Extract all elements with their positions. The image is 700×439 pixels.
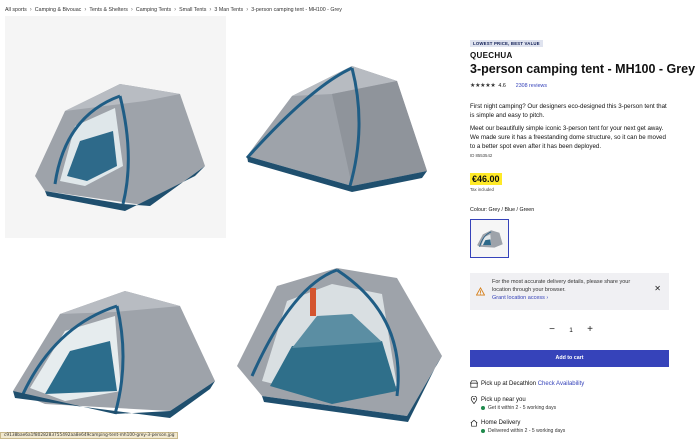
- breadcrumb-item-small-tents[interactable]: Small Tents: [179, 7, 206, 13]
- increase-quantity-button[interactable]: +: [584, 324, 596, 336]
- breadcrumb-item-3-man-tents[interactable]: 3 Man Tents: [214, 7, 243, 13]
- colour-swatch-grey-blue-green[interactable]: [470, 219, 509, 258]
- link-status-url: c9138bae6a1f8028283755492aa8e649camping-…: [0, 432, 179, 439]
- breadcrumb-item-current: 3-person camping tent - MH100 - Grey: [251, 7, 342, 13]
- reviews-link[interactable]: 2308 reviews: [516, 83, 547, 89]
- tent-thumbnail-icon: [477, 230, 503, 248]
- chevron-right-icon: ›: [130, 7, 133, 13]
- grant-location-link[interactable]: Grant location access ›: [492, 295, 548, 301]
- home-icon: [470, 419, 478, 427]
- delivery-notice-text: For the most accurate delivery details, …: [492, 279, 631, 293]
- quantity-value[interactable]: 1: [569, 327, 573, 334]
- pickup-store-label: Pick up at Decathlon: [481, 381, 537, 387]
- home-delivery-detail: Delivered within 2 - 5 working days: [481, 428, 565, 434]
- chevron-right-icon: ›: [246, 7, 249, 13]
- chevron-right-icon: ›: [29, 7, 32, 13]
- chevron-right-icon: ›: [209, 7, 212, 13]
- decrease-quantity-button[interactable]: −: [546, 324, 558, 336]
- home-delivery-eta: Delivered within 2 - 5 working days: [488, 428, 566, 434]
- rating-value: 4.6: [498, 82, 506, 89]
- description-intro: First night camping? Our designers eco-d…: [470, 103, 667, 120]
- breadcrumb-item-camping-tents[interactable]: Camping Tents: [136, 7, 171, 13]
- tent-front-door-open-icon: [35, 84, 205, 211]
- product-id: ID 8553542: [470, 153, 493, 158]
- add-to-cart-button[interactable]: Add to cart: [470, 350, 669, 367]
- chevron-right-icon: ›: [84, 7, 87, 13]
- tent-side-closed-icon: [245, 66, 427, 192]
- rating-summary: ★★★★★ 4.6 2308 reviews: [470, 82, 547, 90]
- tax-note: Tax included: [470, 187, 494, 192]
- price: €46.00: [470, 173, 502, 185]
- warning-icon: [476, 287, 485, 296]
- pickup-near-detail: Get it within 2 - 5 working days: [481, 405, 556, 411]
- pickup-near-row: Pick up near you: [470, 396, 526, 404]
- star-rating-icon: ★★★★★: [470, 83, 496, 89]
- product-image-3[interactable]: [5, 246, 226, 436]
- breadcrumb: All sports › Camping & Bivouac › Tents &…: [5, 5, 342, 15]
- location-pin-icon: [470, 396, 478, 404]
- description-body: Meet our beautifully simple iconic 3-per…: [470, 125, 666, 151]
- store-icon: [470, 380, 478, 388]
- pickup-near-label: Pick up near you: [481, 397, 526, 403]
- in-stock-dot-icon: [481, 429, 485, 433]
- brand-name[interactable]: QUECHUA: [470, 51, 513, 60]
- product-image-1[interactable]: [5, 16, 226, 238]
- product-image-2[interactable]: [232, 16, 453, 238]
- product-title: 3-person camping tent - MH100 - Grey: [470, 62, 696, 76]
- in-stock-dot-icon: [481, 406, 485, 410]
- close-icon[interactable]: ✕: [654, 285, 661, 293]
- home-delivery-row: Home Delivery: [470, 419, 520, 427]
- check-availability-link[interactable]: Check Availability: [538, 381, 585, 387]
- tent-angle-door-open-icon: [13, 291, 215, 418]
- home-delivery-label: Home Delivery: [481, 420, 521, 426]
- product-image-4[interactable]: [232, 246, 453, 436]
- breadcrumb-item-tents-shelters[interactable]: Tents & Shelters: [89, 7, 128, 13]
- breadcrumb-item-camping[interactable]: Camping & Bivouac: [35, 7, 82, 13]
- chevron-right-icon: ›: [174, 7, 177, 13]
- delivery-location-notice: For the most accurate delivery details, …: [470, 273, 669, 310]
- pickup-store-row: Pick up at Decathlon Check Availability: [470, 380, 584, 388]
- breadcrumb-item-all-sports[interactable]: All sports: [5, 7, 27, 13]
- price-badge: LOWEST PRICE, BEST VALUE: [470, 40, 543, 47]
- quantity-stepper: − 1 +: [546, 323, 596, 337]
- pickup-near-eta: Get it within 2 - 5 working days: [488, 405, 557, 411]
- tent-interior-view-icon: [237, 268, 442, 422]
- colour-label: Colour: Grey / Blue / Green: [470, 207, 535, 213]
